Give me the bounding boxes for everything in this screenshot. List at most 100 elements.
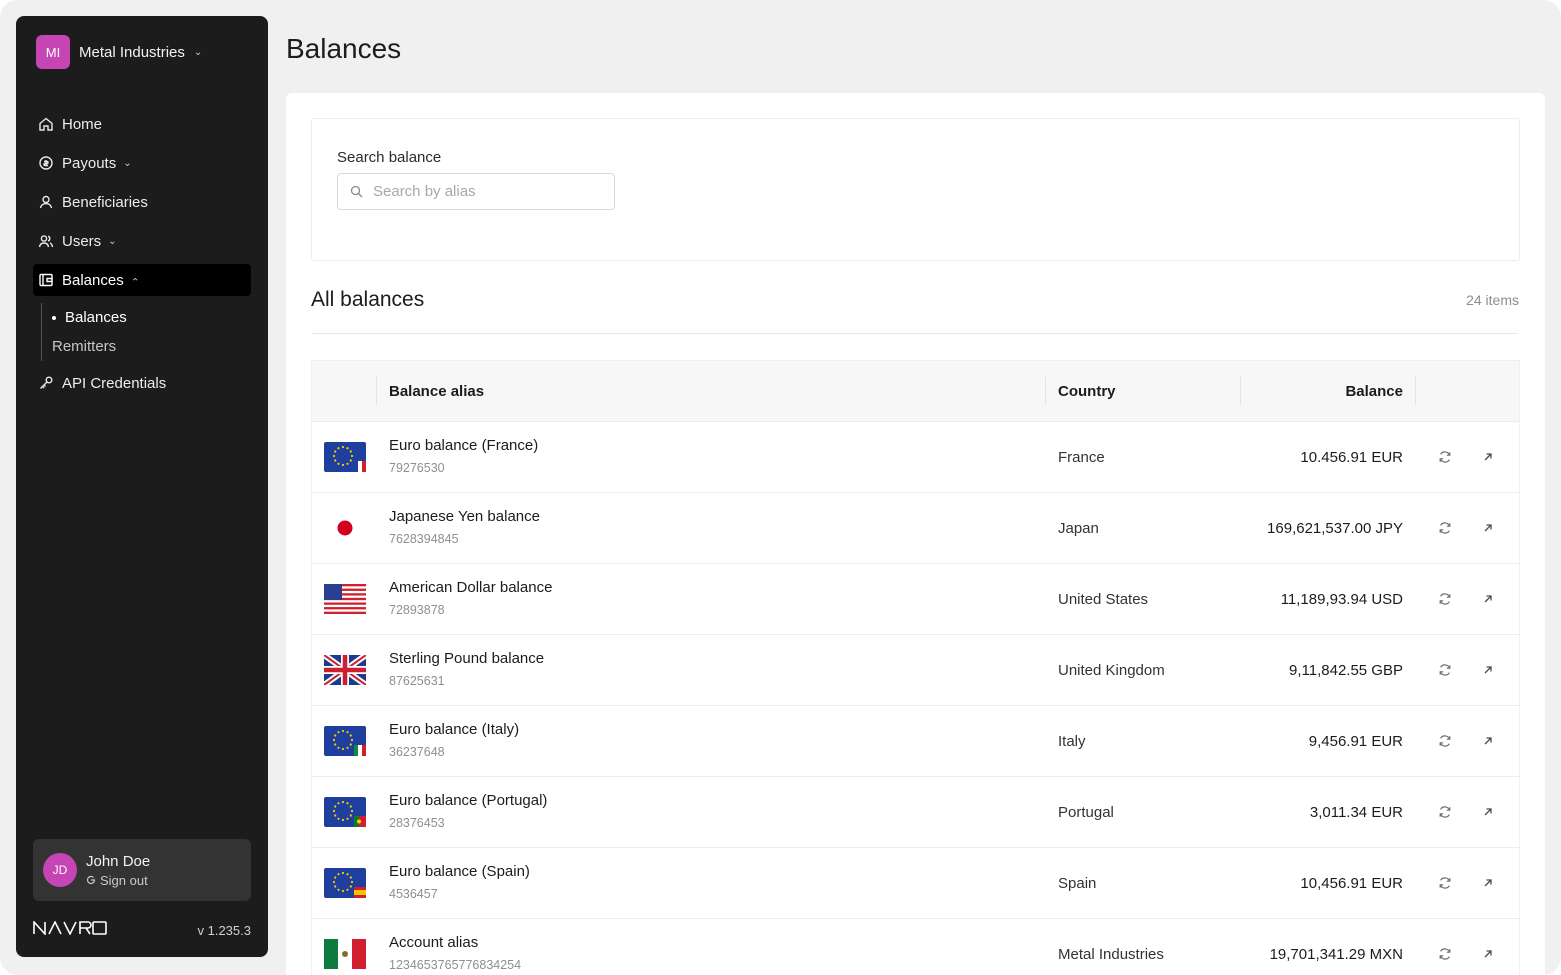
column-header-country[interactable]: Country	[1058, 383, 1116, 400]
open-arrow-icon[interactable]	[1479, 661, 1497, 679]
balance-amount: 169,621,537.00 JPY	[1267, 520, 1403, 537]
user-card: JD John Doe Sign out	[33, 839, 251, 901]
sidebar-item-users[interactable]: Users ⌄	[33, 225, 251, 257]
refresh-icon[interactable]	[1436, 945, 1454, 963]
sidebar-item-home[interactable]: Home	[33, 108, 251, 140]
table-row[interactable]: Euro balance (Portugal) 28376453 Portugal 3…	[312, 776, 1519, 847]
divider	[311, 333, 1518, 334]
balance-alias: Euro balance (France)	[389, 437, 539, 454]
open-arrow-icon[interactable]	[1479, 732, 1497, 750]
balance-amount: 3,011.34 EUR	[1309, 804, 1403, 821]
app-version: v 1.235.3	[197, 922, 252, 938]
column-header-alias[interactable]: Balance alias	[389, 383, 484, 400]
sign-out-link[interactable]: Sign out	[86, 873, 150, 888]
sidebar-nav: Home Payouts ⌄ Beneficiaries Users ⌄ Bal…	[33, 108, 251, 406]
table-body: Euro balance (France) 79276530 France 10.45…	[312, 421, 1519, 975]
app-frame: MI Metal Industries ⌄ Home Payouts ⌄ Ben…	[0, 0, 1561, 975]
active-dot-icon	[52, 315, 56, 320]
country: United States	[1058, 591, 1149, 608]
table-row[interactable]: Euro balance (Spain) 4536457 Spain 10,456.9…	[312, 847, 1519, 918]
org-switcher[interactable]: MI Metal Industries ⌄	[36, 35, 202, 69]
account-number: 28376453	[389, 816, 445, 830]
sidebar-subitem-balances[interactable]: Balances	[52, 303, 251, 332]
refresh-icon[interactable]	[1436, 590, 1454, 608]
table-row[interactable]: Japanese Yen balance 7628394845 Japan 169,6…	[312, 492, 1519, 563]
user-icon	[37, 193, 55, 211]
search-input[interactable]	[371, 182, 595, 201]
search-panel: Search balance	[311, 118, 1520, 261]
sign-out-label: Sign out	[100, 872, 148, 888]
mx-flag-icon	[324, 939, 366, 969]
sidebar-item-label: Users	[62, 232, 102, 250]
country: Spain	[1058, 875, 1097, 892]
table-row[interactable]: Euro balance (Italy) 36237648 Italy 9,456.9…	[312, 705, 1519, 776]
users-icon	[37, 232, 55, 250]
org-avatar: MI	[36, 35, 70, 69]
sidebar-item-label: Beneficiaries	[62, 193, 148, 211]
sidebar-item-payouts[interactable]: Payouts ⌄	[33, 147, 251, 179]
refresh-icon[interactable]	[1436, 803, 1454, 821]
table-row[interactable]: Euro balance (France) 79276530 France 10.45…	[312, 421, 1519, 492]
sidebar-subitem-remitters[interactable]: Remitters	[52, 332, 251, 361]
balance-amount: 19,701,341.29 MXN	[1269, 946, 1403, 963]
open-arrow-icon[interactable]	[1479, 448, 1497, 466]
sidebar-subitem-label: Balances	[65, 309, 127, 326]
open-arrow-icon[interactable]	[1479, 874, 1497, 892]
eu-it-flag-icon	[324, 726, 366, 756]
page-title: Balances	[286, 33, 402, 64]
account-number: 7628394845	[389, 532, 459, 546]
key-icon	[37, 374, 55, 392]
brand-footer: v 1.235.3	[33, 919, 252, 940]
sidebar-item-api-credentials[interactable]: API Credentials	[33, 367, 251, 399]
column-header-balance[interactable]: Balance	[1345, 383, 1403, 400]
jp-flag-icon	[324, 513, 366, 543]
table-header: Balance alias Country Balance	[312, 361, 1519, 421]
open-arrow-icon[interactable]	[1479, 803, 1497, 821]
balances-table: Balance alias Country Balance Euro balan…	[311, 360, 1520, 975]
balances-subnav: Balances Remitters	[41, 303, 251, 361]
country: United Kingdom	[1058, 662, 1165, 679]
open-arrow-icon[interactable]	[1479, 590, 1497, 608]
table-row[interactable]: Account alias 1234653765776834254 Metal In…	[312, 918, 1519, 975]
balance-alias: Sterling Pound balance	[389, 650, 545, 667]
country: Metal Industries	[1058, 946, 1164, 963]
account-number: 72893878	[389, 603, 445, 617]
refresh-icon[interactable]	[1436, 519, 1454, 537]
balance-amount: 11,189,93.94 USD	[1280, 591, 1403, 608]
payouts-icon	[37, 154, 55, 172]
column-separator	[1045, 377, 1046, 405]
items-count: 24 items	[1466, 292, 1519, 308]
country: Italy	[1058, 733, 1086, 750]
search-label: Search balance	[337, 149, 442, 166]
avatar: JD	[43, 853, 77, 887]
balance-alias: American Dollar balance	[389, 579, 553, 596]
open-arrow-icon[interactable]	[1479, 945, 1497, 963]
country: France	[1058, 449, 1105, 466]
sidebar-subitem-label: Remitters	[52, 338, 117, 355]
balance-amount: 10,456.91 EUR	[1300, 875, 1403, 892]
sidebar-item-balances[interactable]: Balances ⌄	[33, 264, 251, 296]
search-field[interactable]	[337, 173, 615, 210]
account-number: 1234653765776834254	[389, 958, 522, 972]
account-number: 79276530	[389, 461, 445, 475]
balance-alias: Euro balance (Spain)	[389, 863, 530, 880]
eu-pt-flag-icon	[324, 797, 366, 827]
refresh-icon[interactable]	[1436, 874, 1454, 892]
sidebar: MI Metal Industries ⌄ Home Payouts ⌄ Ben…	[16, 16, 268, 957]
table-row[interactable]: American Dollar balance 72893878 United St…	[312, 563, 1519, 634]
balance-amount: 9,11,842.55 GBP	[1289, 662, 1403, 679]
main-card: Search balance All balances 24 items Bal…	[286, 93, 1545, 975]
refresh-icon[interactable]	[1436, 661, 1454, 679]
refresh-icon[interactable]	[1436, 732, 1454, 750]
refresh-icon[interactable]	[1436, 448, 1454, 466]
table-row[interactable]: Sterling Pound balance 87625631 United Kin…	[312, 634, 1519, 705]
search-icon	[350, 185, 363, 198]
balance-alias: Japanese Yen balance	[389, 508, 540, 525]
us-flag-icon	[324, 584, 366, 614]
sidebar-item-beneficiaries[interactable]: Beneficiaries	[33, 186, 251, 218]
balance-amount: 9,456.91 EUR	[1308, 733, 1403, 750]
open-arrow-icon[interactable]	[1479, 519, 1497, 537]
balance-amount: 10.456.91 EUR	[1300, 449, 1403, 466]
eu-fr-flag-icon	[324, 442, 366, 472]
navro-logo	[33, 919, 107, 940]
